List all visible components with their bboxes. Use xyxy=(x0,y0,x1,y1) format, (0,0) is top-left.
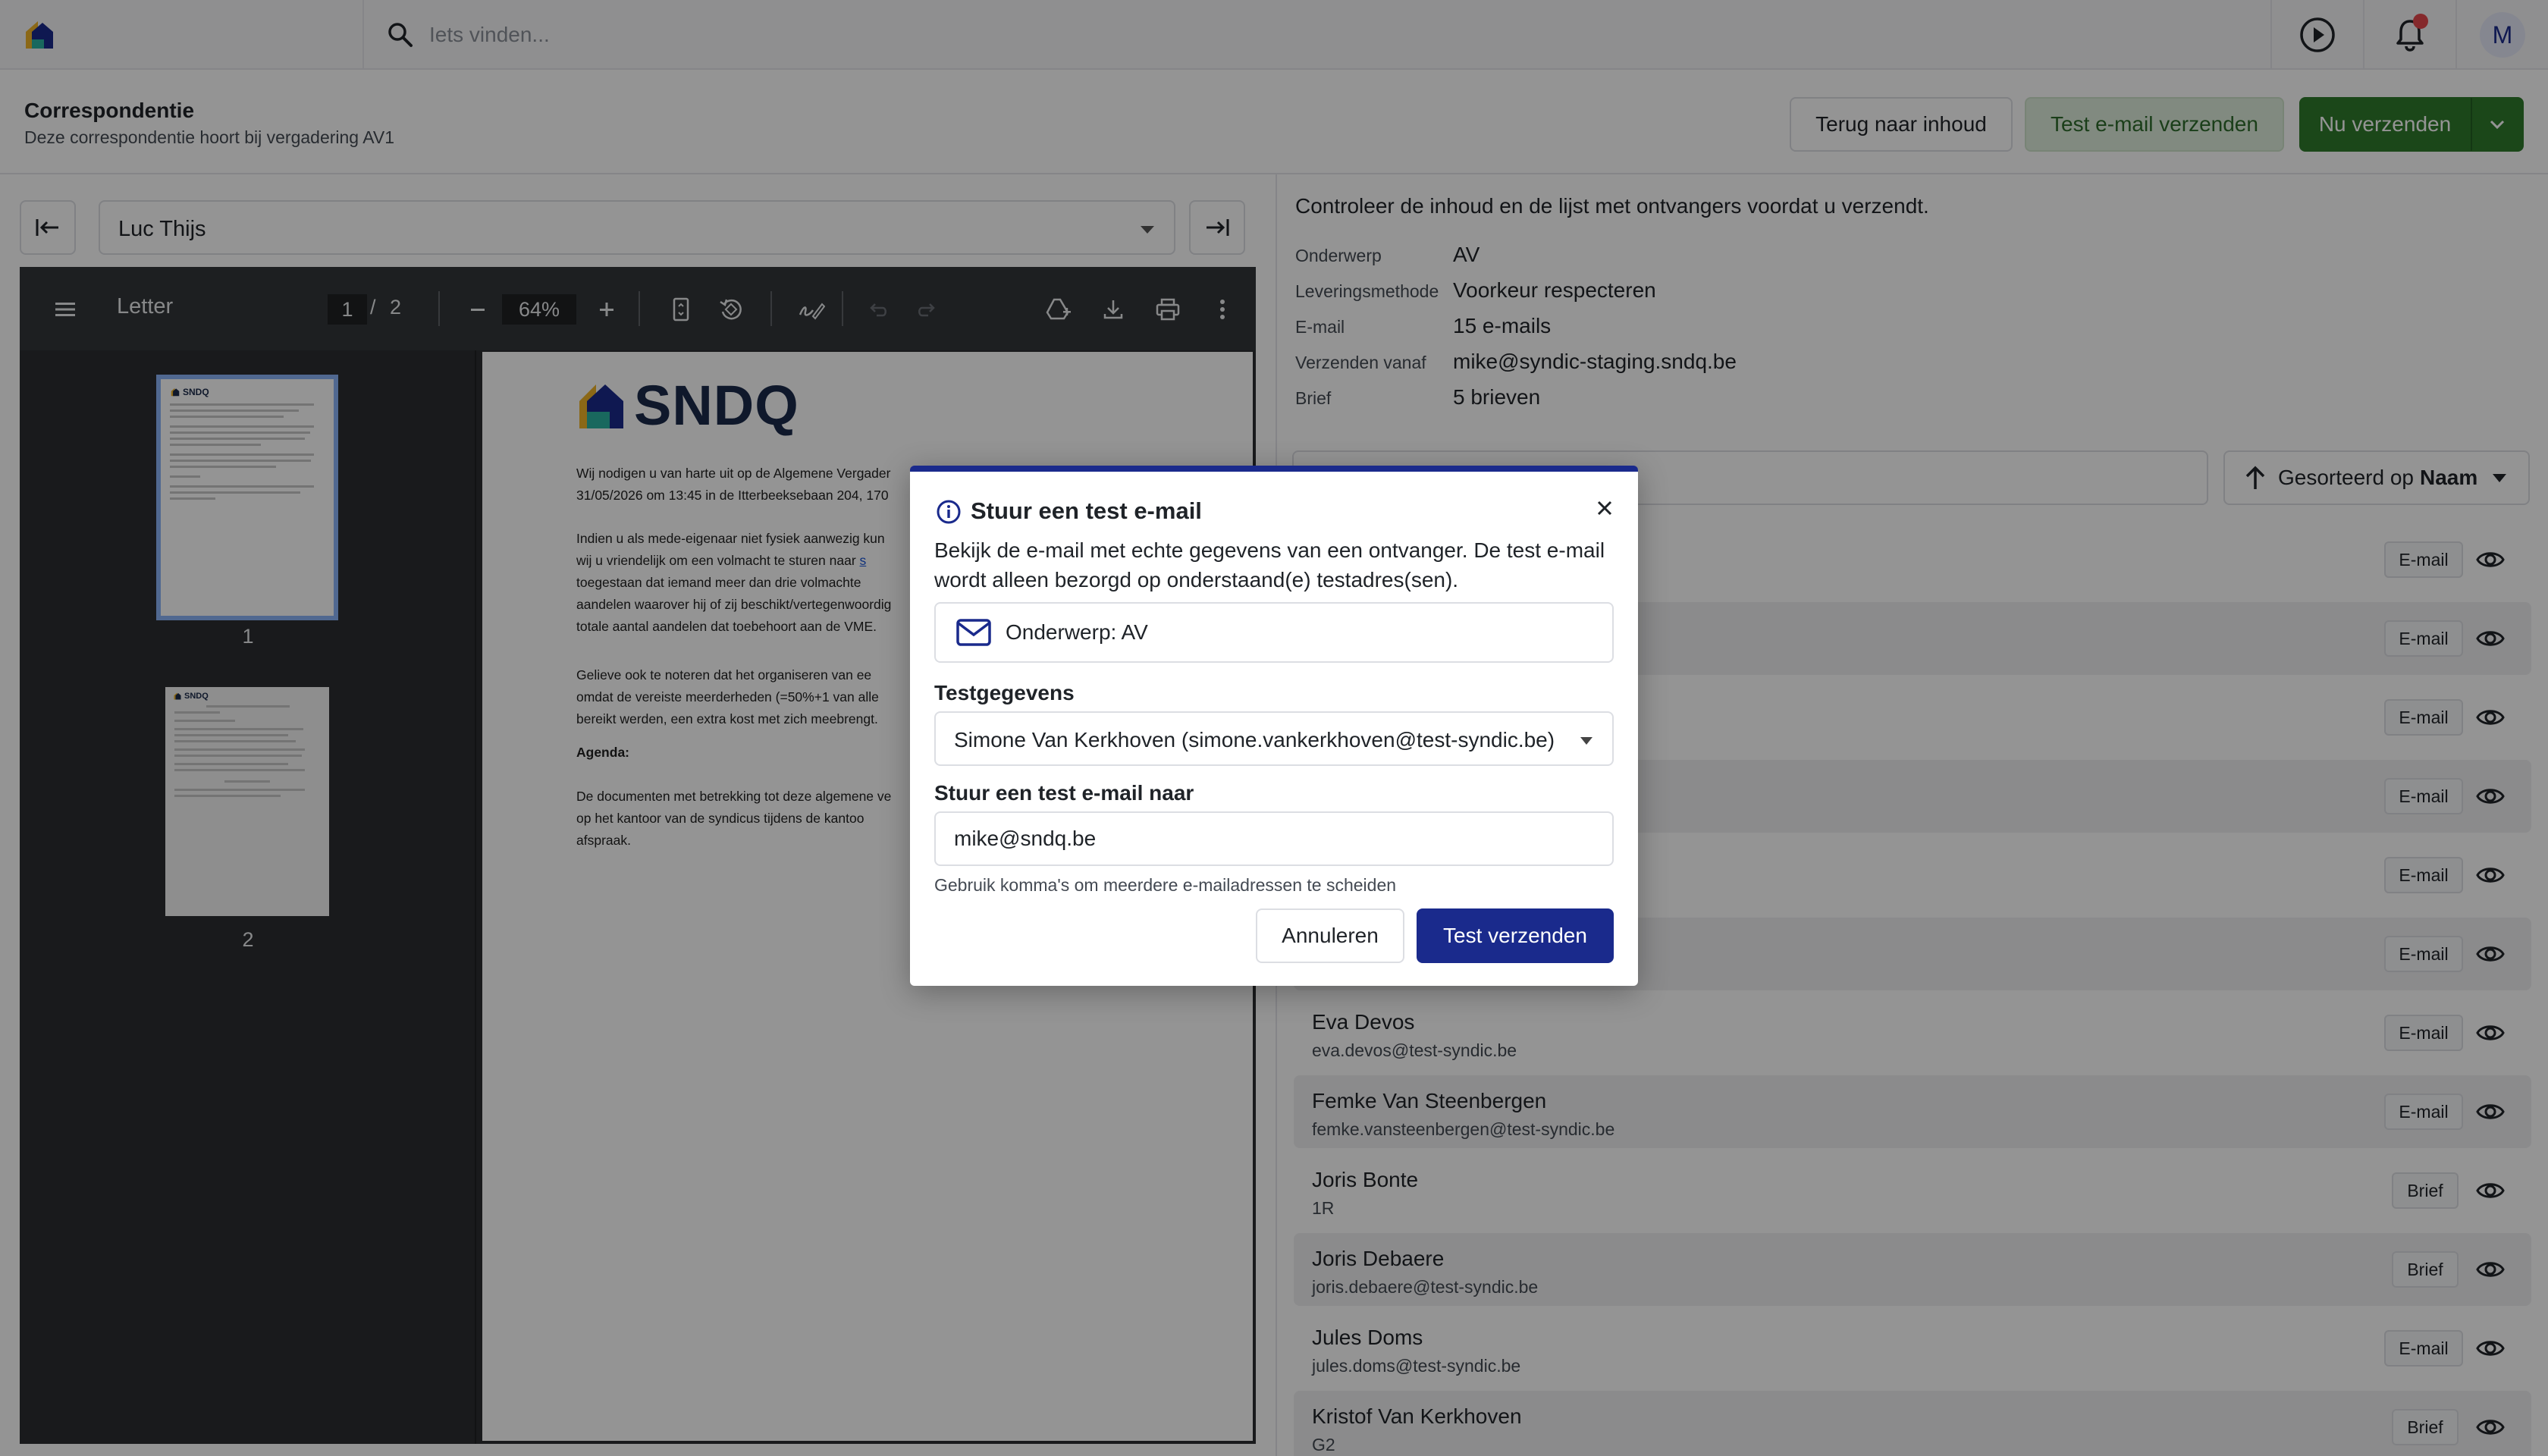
test-data-selected: Simone Van Kerkhoven (simone.vankerkhove… xyxy=(954,728,1555,752)
cancel-button[interactable]: Annuleren xyxy=(1256,908,1404,963)
test-email-address-input[interactable] xyxy=(934,811,1614,866)
send-test-button[interactable]: Test verzenden xyxy=(1417,908,1614,963)
test-data-label: Testgegevens xyxy=(934,681,1075,704)
email-hint: Gebruik komma's om meerdere e-mailadress… xyxy=(934,875,1397,895)
email-subject-preview: Onderwerp: AV xyxy=(934,602,1614,663)
dialog-description: Bekijk de e-mail met echte gegevens van … xyxy=(934,538,1605,592)
test-email-dialog: Stuur een test e-mail Bekijk de e-mail m… xyxy=(910,466,1638,986)
close-icon xyxy=(1597,500,1612,516)
dialog-title: Stuur een test e-mail xyxy=(971,497,1202,524)
send-to-label: Stuur een test e-mail naar xyxy=(934,781,1194,805)
close-dialog-button[interactable] xyxy=(1589,493,1620,523)
email-subject-text: Onderwerp: AV xyxy=(1006,620,1148,644)
info-icon xyxy=(937,500,961,524)
envelope-icon xyxy=(956,619,991,646)
test-data-select[interactable]: Simone Van Kerkhoven (simone.vankerkhove… xyxy=(934,711,1614,766)
caret-down-icon xyxy=(1580,737,1592,745)
